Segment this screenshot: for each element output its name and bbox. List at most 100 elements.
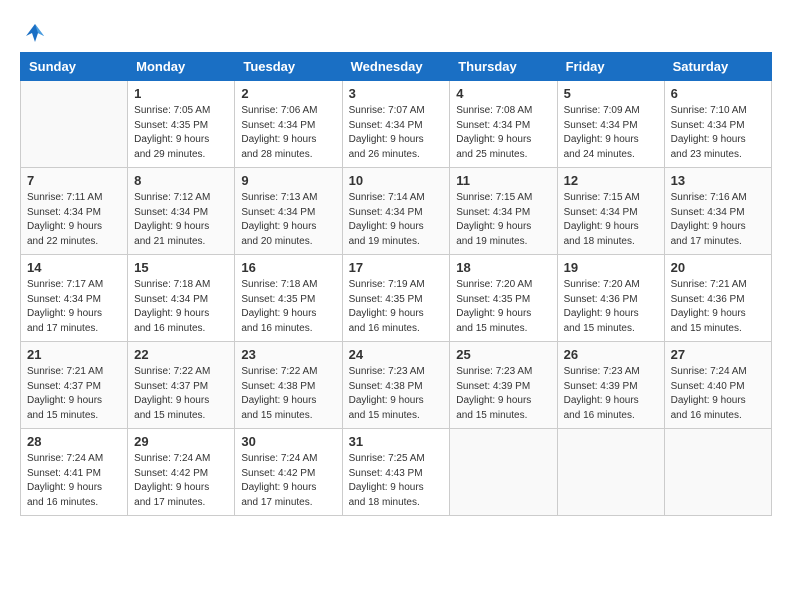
calendar-cell: 10 Sunrise: 7:14 AM Sunset: 4:34 PM Dayli… [342,168,450,255]
day-number: 23 [241,347,335,362]
calendar-cell: 22 Sunrise: 7:22 AM Sunset: 4:37 PM Dayli… [128,342,235,429]
day-info: Sunrise: 7:12 AM Sunset: 4:34 PM Dayligh… [134,191,228,249]
logo [20,20,50,42]
day-number: 13 [671,173,765,188]
calendar-cell: 6 Sunrise: 7:10 AM Sunset: 4:34 PM Daylig… [664,81,771,168]
day-info: Sunrise: 7:20 AM Sunset: 4:35 PM Dayligh… [456,278,550,336]
day-number: 24 [349,347,444,362]
calendar-cell: 2 Sunrise: 7:06 AM Sunset: 4:34 PM Daylig… [235,81,342,168]
day-info: Sunrise: 7:11 AM Sunset: 4:34 PM Dayligh… [27,191,121,249]
day-number: 11 [456,173,550,188]
calendar-cell: 9 Sunrise: 7:13 AM Sunset: 4:34 PM Daylig… [235,168,342,255]
day-number: 20 [671,260,765,275]
calendar-week-row: 28 Sunrise: 7:24 AM Sunset: 4:41 PM Dayli… [21,429,772,516]
day-number: 29 [134,434,228,449]
day-number: 27 [671,347,765,362]
day-info: Sunrise: 7:05 AM Sunset: 4:35 PM Dayligh… [134,104,228,162]
day-info: Sunrise: 7:19 AM Sunset: 4:35 PM Dayligh… [349,278,444,336]
day-info: Sunrise: 7:08 AM Sunset: 4:34 PM Dayligh… [456,104,550,162]
calendar-cell: 14 Sunrise: 7:17 AM Sunset: 4:34 PM Dayli… [21,255,128,342]
day-number: 31 [349,434,444,449]
calendar-cell: 27 Sunrise: 7:24 AM Sunset: 4:40 PM Dayli… [664,342,771,429]
day-info: Sunrise: 7:24 AM Sunset: 4:41 PM Dayligh… [27,452,121,510]
calendar-body: 1 Sunrise: 7:05 AM Sunset: 4:35 PM Daylig… [21,81,772,516]
weekday-row: SundayMondayTuesdayWednesdayThursdayFrid… [21,53,772,81]
day-info: Sunrise: 7:21 AM Sunset: 4:36 PM Dayligh… [671,278,765,336]
day-number: 2 [241,86,335,101]
calendar-cell: 21 Sunrise: 7:21 AM Sunset: 4:37 PM Dayli… [21,342,128,429]
logo-text [20,20,50,46]
calendar-cell: 5 Sunrise: 7:09 AM Sunset: 4:34 PM Daylig… [557,81,664,168]
calendar-week-row: 14 Sunrise: 7:17 AM Sunset: 4:34 PM Dayli… [21,255,772,342]
day-info: Sunrise: 7:21 AM Sunset: 4:37 PM Dayligh… [27,365,121,423]
day-info: Sunrise: 7:24 AM Sunset: 4:42 PM Dayligh… [241,452,335,510]
day-info: Sunrise: 7:18 AM Sunset: 4:34 PM Dayligh… [134,278,228,336]
weekday-header-wednesday: Wednesday [342,53,450,81]
day-number: 25 [456,347,550,362]
weekday-header-thursday: Thursday [450,53,557,81]
calendar-cell: 28 Sunrise: 7:24 AM Sunset: 4:41 PM Dayli… [21,429,128,516]
calendar-cell: 11 Sunrise: 7:15 AM Sunset: 4:34 PM Dayli… [450,168,557,255]
day-info: Sunrise: 7:10 AM Sunset: 4:34 PM Dayligh… [671,104,765,162]
day-info: Sunrise: 7:16 AM Sunset: 4:34 PM Dayligh… [671,191,765,249]
day-number: 1 [134,86,228,101]
weekday-header-sunday: Sunday [21,53,128,81]
day-number: 3 [349,86,444,101]
day-info: Sunrise: 7:17 AM Sunset: 4:34 PM Dayligh… [27,278,121,336]
day-info: Sunrise: 7:14 AM Sunset: 4:34 PM Dayligh… [349,191,444,249]
day-number: 10 [349,173,444,188]
day-info: Sunrise: 7:20 AM Sunset: 4:36 PM Dayligh… [564,278,658,336]
weekday-header-monday: Monday [128,53,235,81]
day-info: Sunrise: 7:22 AM Sunset: 4:37 PM Dayligh… [134,365,228,423]
day-info: Sunrise: 7:23 AM Sunset: 4:39 PM Dayligh… [564,365,658,423]
calendar-header: SundayMondayTuesdayWednesdayThursdayFrid… [21,53,772,81]
calendar-cell: 30Sunrise: 7:24 AM Sunset: 4:42 PM Dayli… [235,429,342,516]
calendar-table: SundayMondayTuesdayWednesdayThursdayFrid… [20,52,772,516]
day-number: 28 [27,434,121,449]
day-number: 14 [27,260,121,275]
day-number: 5 [564,86,658,101]
day-number: 4 [456,86,550,101]
calendar-cell [450,429,557,516]
day-number: 9 [241,173,335,188]
day-number: 12 [564,173,658,188]
calendar-cell: 23Sunrise: 7:22 AM Sunset: 4:38 PM Dayli… [235,342,342,429]
calendar-cell: 17 Sunrise: 7:19 AM Sunset: 4:35 PM Dayli… [342,255,450,342]
page-header [20,20,772,42]
day-number: 7 [27,173,121,188]
calendar-week-row: 7 Sunrise: 7:11 AM Sunset: 4:34 PM Daylig… [21,168,772,255]
day-number: 15 [134,260,228,275]
day-info: Sunrise: 7:18 AM Sunset: 4:35 PM Dayligh… [241,278,335,336]
weekday-header-tuesday: Tuesday [235,53,342,81]
calendar-cell [21,81,128,168]
day-info: Sunrise: 7:13 AM Sunset: 4:34 PM Dayligh… [241,191,335,249]
calendar-cell: 8 Sunrise: 7:12 AM Sunset: 4:34 PM Daylig… [128,168,235,255]
calendar-cell: 1 Sunrise: 7:05 AM Sunset: 4:35 PM Daylig… [128,81,235,168]
day-info: Sunrise: 7:15 AM Sunset: 4:34 PM Dayligh… [456,191,550,249]
calendar-cell: 31Sunrise: 7:25 AM Sunset: 4:43 PM Dayli… [342,429,450,516]
day-number: 6 [671,86,765,101]
calendar-cell: 25Sunrise: 7:23 AM Sunset: 4:39 PM Dayli… [450,342,557,429]
day-number: 19 [564,260,658,275]
day-number: 16 [241,260,335,275]
day-info: Sunrise: 7:24 AM Sunset: 4:40 PM Dayligh… [671,365,765,423]
calendar-cell: 3 Sunrise: 7:07 AM Sunset: 4:34 PM Daylig… [342,81,450,168]
day-info: Sunrise: 7:07 AM Sunset: 4:34 PM Dayligh… [349,104,444,162]
logo-bird-icon [22,20,48,46]
day-number: 21 [27,347,121,362]
day-info: Sunrise: 7:09 AM Sunset: 4:34 PM Dayligh… [564,104,658,162]
calendar-cell: 15 Sunrise: 7:18 AM Sunset: 4:34 PM Dayli… [128,255,235,342]
weekday-header-saturday: Saturday [664,53,771,81]
day-info: Sunrise: 7:06 AM Sunset: 4:34 PM Dayligh… [241,104,335,162]
calendar-cell: 13 Sunrise: 7:16 AM Sunset: 4:34 PM Dayli… [664,168,771,255]
calendar-cell [557,429,664,516]
calendar-cell: 19 Sunrise: 7:20 AM Sunset: 4:36 PM Dayli… [557,255,664,342]
day-number: 8 [134,173,228,188]
day-number: 17 [349,260,444,275]
day-number: 22 [134,347,228,362]
calendar-week-row: 1 Sunrise: 7:05 AM Sunset: 4:35 PM Daylig… [21,81,772,168]
calendar-cell: 4 Sunrise: 7:08 AM Sunset: 4:34 PM Daylig… [450,81,557,168]
weekday-header-friday: Friday [557,53,664,81]
day-number: 26 [564,347,658,362]
calendar-cell [664,429,771,516]
